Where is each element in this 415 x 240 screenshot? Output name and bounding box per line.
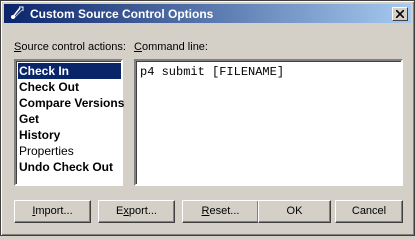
title-bar[interactable]: Custom Source Control Options: [4, 4, 411, 23]
list-item-undo-check-out[interactable]: Undo Check Out: [18, 159, 113, 175]
list-item-get[interactable]: Get: [18, 111, 39, 127]
list-item-properties[interactable]: Properties: [18, 143, 74, 159]
export-button[interactable]: Export...: [98, 200, 175, 223]
command-line-text[interactable]: p4 submit [FILENAME]: [140, 65, 284, 79]
cancel-button[interactable]: Cancel: [335, 200, 403, 223]
command-line-label: Command line:: [134, 41, 208, 53]
import-button[interactable]: Import...: [14, 200, 91, 223]
close-icon: [396, 10, 404, 18]
ok-button[interactable]: OK: [258, 200, 331, 223]
dialog-window: Custom Source Control Options Source con…: [0, 0, 415, 236]
actions-listbox[interactable]: Check In Check Out Compare Versions Get …: [14, 59, 124, 186]
list-item-history[interactable]: History: [18, 127, 60, 143]
command-line-field[interactable]: p4 submit [FILENAME]: [134, 59, 403, 186]
actions-label: Source control actions:: [14, 41, 126, 53]
window-title: Custom Source Control Options: [30, 7, 214, 21]
source-control-icon: [11, 6, 24, 19]
list-item-compare-versions[interactable]: Compare Versions: [18, 95, 124, 111]
reset-button[interactable]: Reset...: [182, 200, 259, 223]
list-item-check-in[interactable]: Check In: [18, 63, 121, 79]
close-button[interactable]: [392, 7, 408, 21]
list-item-check-out[interactable]: Check Out: [18, 79, 79, 95]
